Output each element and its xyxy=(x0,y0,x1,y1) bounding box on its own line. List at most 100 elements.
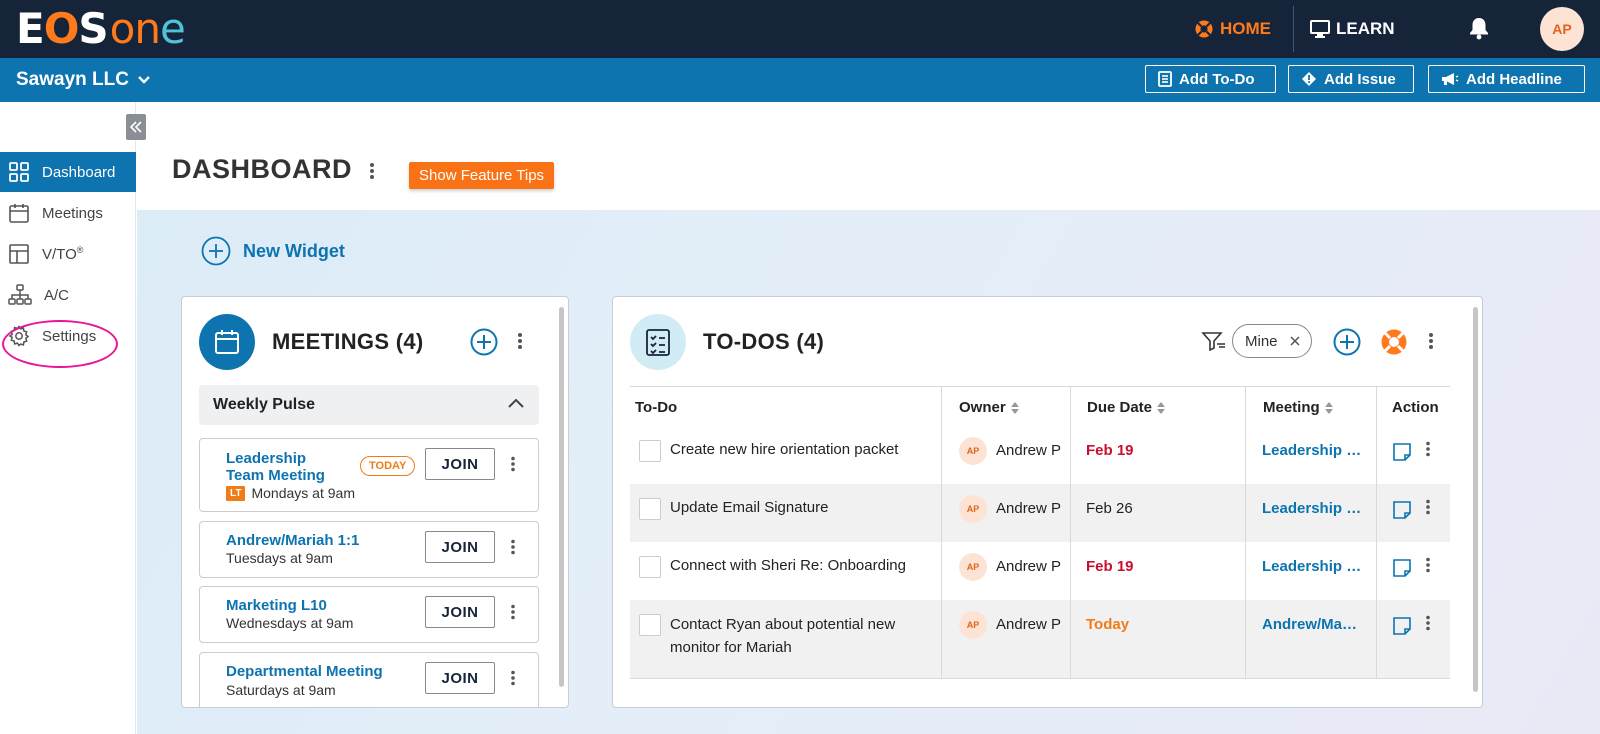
add-meeting-plus-icon[interactable] xyxy=(470,328,498,356)
kebab-menu-icon[interactable] xyxy=(510,539,516,555)
company-selector[interactable]: Sawayn LLC xyxy=(16,58,151,102)
owner-name: Andrew P xyxy=(996,558,1062,575)
meeting-name-link[interactable]: Leadership Team Meeting xyxy=(226,450,325,484)
user-avatar[interactable]: AP xyxy=(1540,7,1584,51)
new-widget-button[interactable]: New Widget xyxy=(201,236,345,266)
table-bottom-border xyxy=(630,678,1450,679)
logo-letter: S xyxy=(78,3,108,53)
page-header: DASHBOARD Show Feature Tips xyxy=(137,102,1600,210)
due-date[interactable]: Today xyxy=(1086,616,1129,633)
meeting-name-link[interactable]: Andrew/Mariah 1:1 xyxy=(226,532,359,549)
main-content: DASHBOARD Show Feature Tips New Widget M… xyxy=(137,102,1600,734)
kebab-menu-icon[interactable] xyxy=(1425,557,1431,573)
meeting-link[interactable]: Leadership Team Meeting xyxy=(1262,442,1362,459)
meeting-name-link[interactable]: Marketing L10 xyxy=(226,597,327,614)
kebab-menu-icon[interactable] xyxy=(1425,441,1431,457)
meeting-item[interactable]: Departmental Meeting Saturdays at 9am JO… xyxy=(199,652,539,707)
kebab-menu-icon[interactable] xyxy=(510,670,516,686)
todo-checkbox[interactable] xyxy=(639,614,661,636)
todo-checkbox[interactable] xyxy=(639,440,661,462)
nav-home-label: HOME xyxy=(1220,19,1271,38)
column-header-due-date[interactable]: Due Date xyxy=(1087,399,1166,416)
todo-checkbox[interactable] xyxy=(639,498,661,520)
team-tag-badge: LT xyxy=(226,485,246,501)
kebab-menu-icon[interactable] xyxy=(1425,499,1431,515)
table-row[interactable]: Create new hire orientation packet AP An… xyxy=(630,428,1450,484)
top-navbar: EOS one HOME LEARN AP xyxy=(0,0,1600,58)
add-issue-button[interactable]: Add Issue xyxy=(1288,65,1414,93)
sidebar-item-meetings[interactable]: Meetings xyxy=(0,193,136,233)
table-row[interactable]: Update Email Signature AP Andrew P Feb 2… xyxy=(630,484,1450,542)
sidebar-item-dashboard[interactable]: Dashboard xyxy=(0,152,136,192)
nav-learn[interactable]: LEARN xyxy=(1310,0,1395,58)
todo-text[interactable]: Create new hire orientation packet xyxy=(670,438,930,461)
meeting-time: Tuesdays at 9am xyxy=(226,550,333,566)
kebab-menu-icon[interactable] xyxy=(369,162,375,180)
todos-scrollbar[interactable] xyxy=(1473,307,1478,692)
meeting-time: Saturdays at 9am xyxy=(226,682,336,698)
kebab-menu-icon[interactable] xyxy=(510,604,516,620)
column-header-label: Due Date xyxy=(1087,399,1153,416)
add-todo-plus-icon[interactable] xyxy=(1333,328,1361,356)
meeting-name-link[interactable]: Departmental Meeting xyxy=(226,663,383,680)
meeting-link[interactable]: Leadership Team Meeting xyxy=(1262,558,1362,575)
table-row[interactable]: Contact Ryan about potential new monitor … xyxy=(630,600,1450,678)
column-divider xyxy=(941,386,942,678)
sort-icon xyxy=(1324,401,1333,414)
sidebar-item-ac[interactable]: A/C xyxy=(0,275,136,315)
join-button[interactable]: JOIN xyxy=(425,596,495,628)
due-date[interactable]: Feb 19 xyxy=(1086,558,1134,575)
table-row[interactable]: Connect with Sheri Re: Onboarding AP And… xyxy=(630,542,1450,600)
note-icon[interactable] xyxy=(1392,558,1412,578)
due-date[interactable]: Feb 26 xyxy=(1086,500,1133,517)
todo-text[interactable]: Connect with Sheri Re: Onboarding xyxy=(670,554,930,577)
add-headline-button[interactable]: Add Headline xyxy=(1428,65,1585,93)
todo-text[interactable]: Contact Ryan about potential new monitor … xyxy=(670,613,930,659)
column-header-owner[interactable]: Owner xyxy=(959,399,1020,416)
checklist-icon xyxy=(1158,71,1172,87)
meetings-scrollbar[interactable] xyxy=(559,307,564,687)
join-button[interactable]: JOIN xyxy=(425,448,495,480)
sidebar-item-settings[interactable]: Settings xyxy=(0,316,136,356)
note-icon[interactable] xyxy=(1392,616,1412,636)
join-button[interactable]: JOIN xyxy=(425,662,495,694)
kebab-menu-icon[interactable] xyxy=(510,456,516,472)
logo-ring: O xyxy=(43,3,80,53)
filter-icon[interactable] xyxy=(1201,331,1227,351)
todo-text[interactable]: Update Email Signature xyxy=(670,496,930,519)
today-badge: TODAY xyxy=(360,456,416,476)
column-header-todo: To-Do xyxy=(635,399,677,416)
column-header-meeting[interactable]: Meeting xyxy=(1263,399,1334,416)
chevron-down-icon xyxy=(138,76,150,84)
close-icon[interactable] xyxy=(1289,335,1301,347)
join-button[interactable]: JOIN xyxy=(425,531,495,563)
sidebar-item-vto[interactable]: V/TO® xyxy=(0,234,136,274)
meeting-item[interactable]: Leadership Team Meeting TODAY LT Mondays a… xyxy=(199,438,539,512)
note-icon[interactable] xyxy=(1392,442,1412,462)
plus-circle-icon xyxy=(201,236,231,266)
due-date[interactable]: Feb 19 xyxy=(1086,442,1134,459)
collapse-sidebar-button[interactable] xyxy=(126,114,146,140)
kebab-menu-icon[interactable] xyxy=(517,332,523,350)
show-feature-tips-button[interactable]: Show Feature Tips xyxy=(409,162,555,189)
nav-home[interactable]: HOME xyxy=(1194,0,1271,58)
note-icon[interactable] xyxy=(1392,500,1412,520)
double-chevron-left-icon xyxy=(129,121,142,133)
filter-chip-mine[interactable]: Mine xyxy=(1232,324,1312,358)
todo-checkbox[interactable] xyxy=(639,556,661,578)
meeting-name-line: Team Meeting xyxy=(226,467,325,484)
meeting-item[interactable]: Marketing L10 Wednesdays at 9am JOIN xyxy=(199,586,539,643)
add-todo-button[interactable]: Add To-Do xyxy=(1145,65,1276,93)
kebab-menu-icon[interactable] xyxy=(1428,332,1434,350)
bell-icon[interactable] xyxy=(1468,16,1490,40)
meeting-item[interactable]: Andrew/Mariah 1:1 Tuesdays at 9am JOIN xyxy=(199,521,539,578)
column-header-label: Action xyxy=(1392,399,1439,416)
todos-widget: TO-DOS (4) Mine To-Do Owner Due Date Mee… xyxy=(612,296,1483,708)
eos-one-logo[interactable]: EOS one xyxy=(16,3,186,53)
meeting-group-header[interactable]: Weekly Pulse xyxy=(199,385,539,425)
meeting-link[interactable]: Andrew/Mariah 1:1 xyxy=(1262,616,1362,633)
meeting-link[interactable]: Leadership Team Meeting xyxy=(1262,500,1362,517)
lifebuoy-icon[interactable] xyxy=(1380,328,1408,356)
meetings-widget-icon xyxy=(199,314,255,370)
kebab-menu-icon[interactable] xyxy=(1425,615,1431,631)
